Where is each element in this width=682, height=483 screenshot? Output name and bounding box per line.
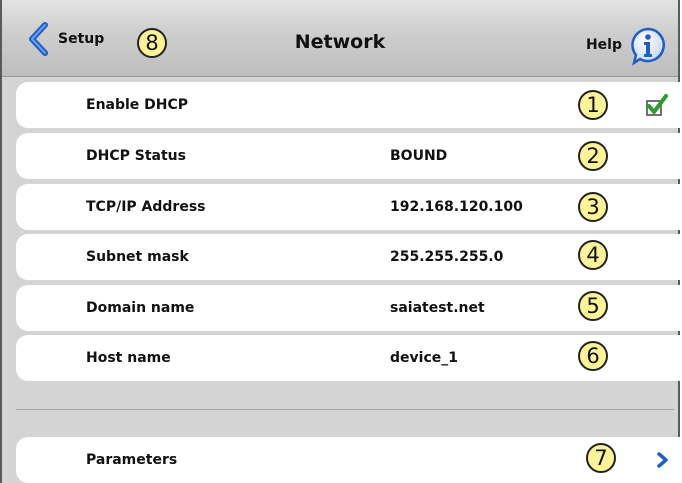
callout-badge: 4: [578, 240, 608, 270]
title-bar: Setup 8 Network Help: [2, 0, 678, 77]
row-value: 192.168.120.100: [390, 199, 523, 215]
row-value: saiatest.net: [390, 300, 485, 316]
row-label: Enable DHCP: [86, 97, 189, 113]
host-name-row[interactable]: Host name device_1 6: [16, 335, 680, 381]
row-value: 255.255.255.0: [390, 249, 504, 265]
row-label: Parameters: [86, 452, 178, 468]
chevron-right-icon: [657, 452, 668, 468]
row-label: Domain name: [86, 300, 195, 316]
subnet-mask-row[interactable]: Subnet mask 255.255.255.0 4: [16, 234, 680, 280]
info-icon[interactable]: [628, 26, 668, 66]
row-label: TCP/IP Address: [86, 199, 206, 215]
callout-badge: 1: [578, 90, 608, 120]
row-label: DHCP Status: [86, 148, 186, 164]
row-value: BOUND: [390, 148, 448, 164]
domain-name-row[interactable]: Domain name saiatest.net 5: [16, 285, 680, 331]
tcp-ip-address-row[interactable]: TCP/IP Address 192.168.120.100 3: [16, 184, 680, 230]
checkmark-icon[interactable]: [646, 94, 668, 116]
callout-badge: 5: [578, 291, 608, 321]
page-title: Network: [294, 31, 386, 53]
row-label: Host name: [86, 350, 171, 366]
callout-badge: 7: [586, 443, 616, 473]
section-divider: [16, 409, 674, 410]
callout-badge: 6: [578, 341, 608, 371]
app-frame: Setup 8 Network Help Enable DHCP 1 DHCP …: [0, 0, 680, 483]
row-value: device_1: [390, 350, 458, 366]
help-label: Help: [585, 37, 622, 53]
row-label: Subnet mask: [86, 249, 189, 265]
callout-badge: 3: [578, 192, 608, 222]
dhcp-status-row: DHCP Status BOUND 2: [16, 133, 680, 179]
parameters-row[interactable]: Parameters 7: [16, 437, 680, 483]
enable-dhcp-row[interactable]: Enable DHCP 1: [16, 82, 680, 128]
callout-badge: 2: [578, 141, 608, 171]
